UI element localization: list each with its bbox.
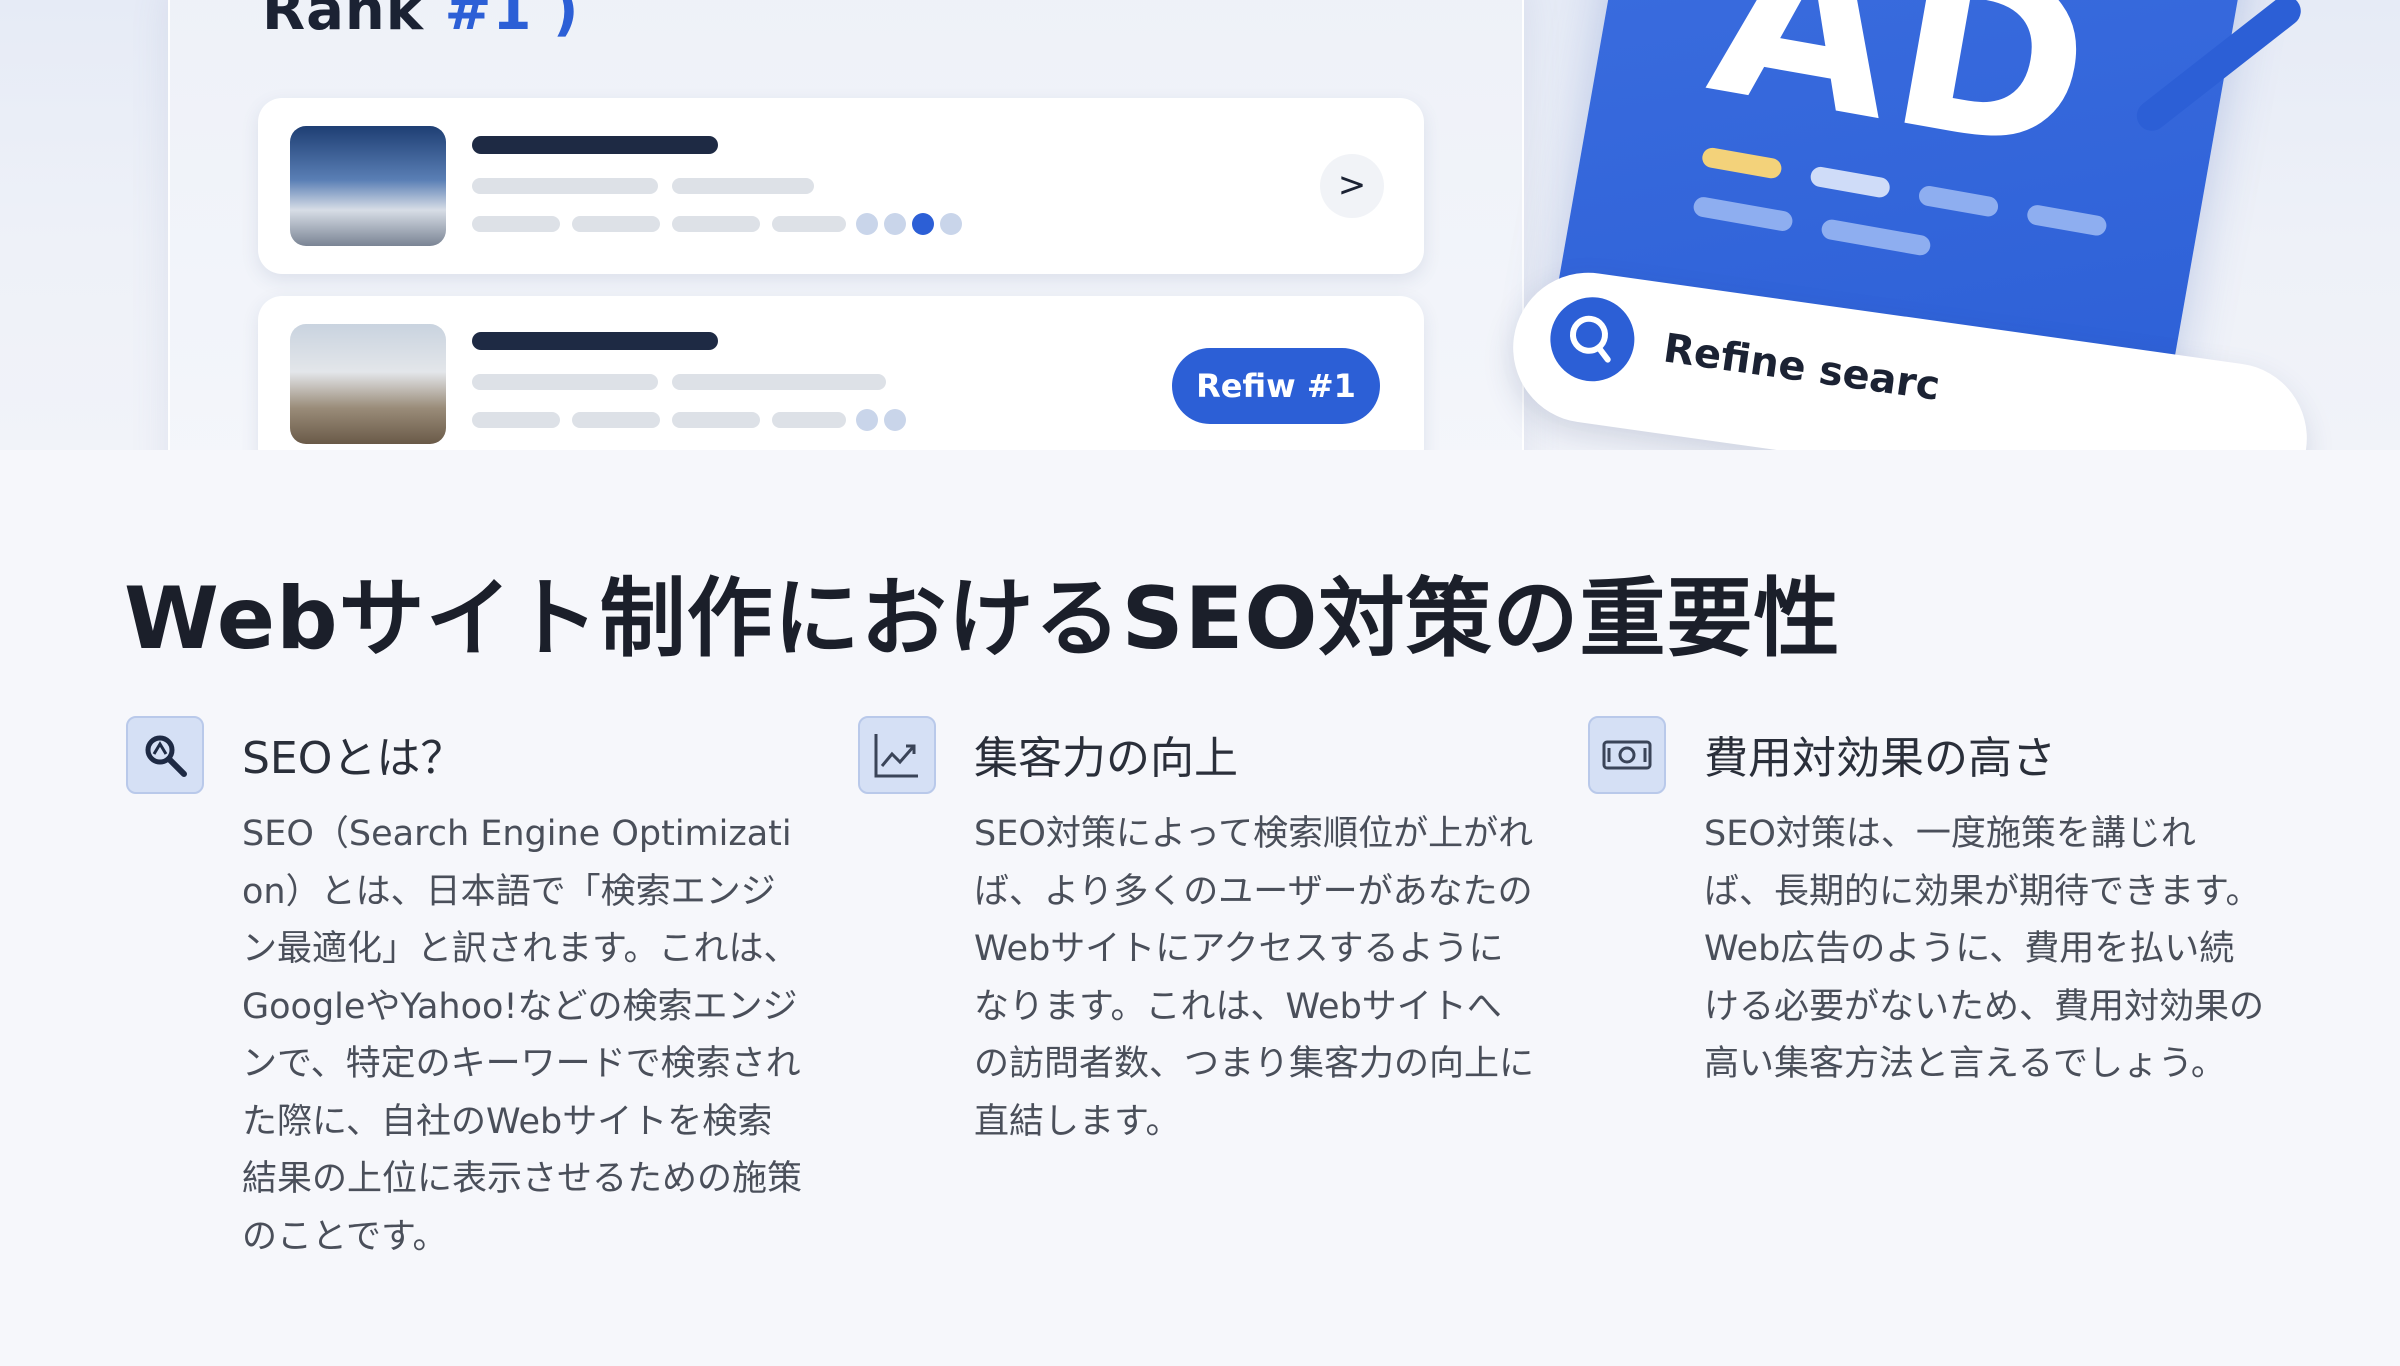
banknote-icon <box>1588 716 1666 794</box>
result-card-1: > <box>258 98 1424 274</box>
pagination-dot <box>884 213 906 235</box>
result-text-bar <box>672 216 760 232</box>
feature-heading: SEOとは？ <box>242 733 465 784</box>
result-text-bar <box>472 178 658 194</box>
pagination-dot <box>940 213 962 235</box>
pagination-dot-active <box>912 213 934 235</box>
hero-illustration: Rank #1 ) > Refiw #1 AD Refine searc <box>0 0 2400 450</box>
next-result-button[interactable]: > <box>1320 154 1384 218</box>
page-title: Webサイト制作におけるSEO対策の重要性 <box>124 569 1841 669</box>
feature-body: SEO対策は、一度施策を講じれば、長期的に効果が期待できます。Web広告のように… <box>1704 814 2265 1084</box>
refine-search-text: Refine searc <box>1660 325 1943 410</box>
hero-rank-number: #1 <box>444 0 533 43</box>
pagination-dot <box>856 409 878 431</box>
trending-chart-icon <box>858 716 936 794</box>
ad-line <box>2025 203 2108 238</box>
hero-rank-text: Rank <box>262 0 425 43</box>
result-text-bar <box>472 216 560 232</box>
result-title-bar <box>472 136 718 154</box>
city-thumbnail <box>290 324 446 444</box>
feature-heading: 集客力の向上 <box>974 733 1238 784</box>
chevron-right-icon: > <box>1337 165 1367 205</box>
feature-body: SEO（Search Engine Optimization）とは、日本語で「検… <box>242 814 803 1257</box>
ad-line <box>1692 195 1795 233</box>
search-wrench-icon <box>126 716 204 794</box>
result-text-bar <box>472 412 560 428</box>
pagination-dot <box>884 409 906 431</box>
result-title-bar <box>472 332 718 350</box>
feature-body: SEO対策によって検索順位が上がれば、より多くのユーザーがあなたのWebサイトに… <box>974 814 1535 1142</box>
ad-line <box>1820 218 1932 257</box>
hero-rank-bracket: ) <box>552 0 580 43</box>
result-text-bar <box>472 374 658 390</box>
result-text-bar <box>672 178 814 194</box>
result-text-bar <box>572 412 660 428</box>
mountain-thumbnail <box>290 126 446 246</box>
hero-rank-title: Rank #1 ) <box>262 0 580 43</box>
result-text-bar <box>572 216 660 232</box>
refine-button[interactable]: Refiw #1 <box>1172 348 1380 424</box>
pagination-dot <box>856 213 878 235</box>
result-card-2: Refiw #1 <box>258 296 1424 450</box>
result-text-bar <box>772 216 846 232</box>
result-text-bar <box>772 412 846 428</box>
result-text-bar <box>672 374 886 390</box>
result-text-bar <box>672 412 760 428</box>
feature-heading: 費用対効果の高さ <box>1704 733 2056 784</box>
search-icon <box>1544 291 1640 387</box>
